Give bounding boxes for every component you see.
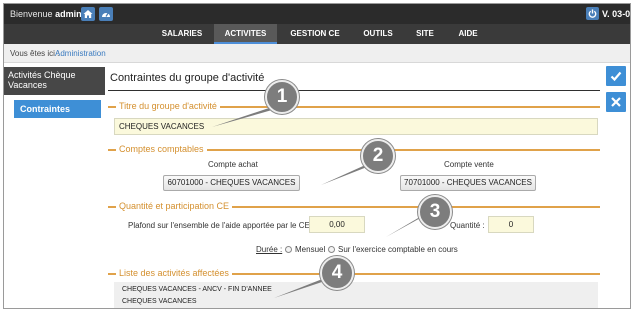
callout-pointers	[212, 105, 430, 298]
callout-marker-3: 3	[418, 195, 452, 229]
callout-marker-1: 1	[265, 80, 299, 114]
pointer-1	[212, 105, 278, 127]
app-window: Bienvenue admin V. 03-08 SALARIES ACTIVI…	[3, 3, 631, 309]
callout-marker-2: 2	[361, 139, 395, 173]
callout-marker-4: 4	[320, 256, 354, 290]
